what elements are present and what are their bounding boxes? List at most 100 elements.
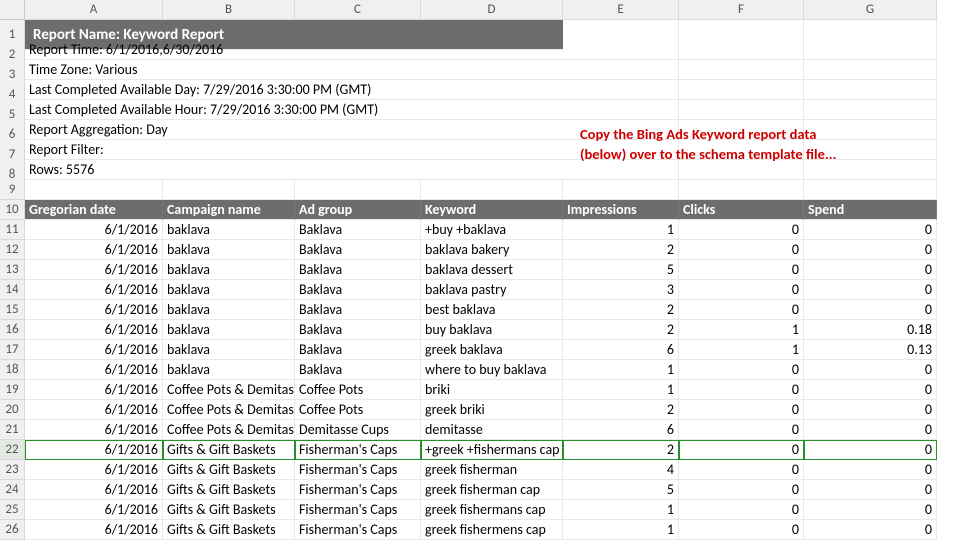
empty-cell[interactable] [163, 180, 295, 200]
data-cell[interactable]: 2 [563, 240, 679, 260]
data-cell[interactable]: baklava [163, 240, 295, 260]
data-cell[interactable]: 1 [563, 520, 679, 540]
empty-cell[interactable] [25, 180, 163, 200]
data-cell[interactable]: Coffee Pots & Demitasse Cups [163, 420, 295, 440]
data-cell[interactable]: 0 [679, 280, 804, 300]
data-cell[interactable]: 1 [679, 320, 804, 340]
data-cell[interactable]: 6/1/2016 [25, 280, 163, 300]
data-cell[interactable]: 0 [679, 400, 804, 420]
data-cell[interactable]: baklava [163, 340, 295, 360]
table-header[interactable]: Spend [804, 200, 937, 220]
data-cell[interactable]: 0 [679, 480, 804, 500]
data-cell[interactable]: greek fisherman cap [421, 480, 563, 500]
data-cell[interactable]: 1 [563, 360, 679, 380]
data-cell[interactable]: 0 [804, 300, 937, 320]
data-cell[interactable]: 6/1/2016 [25, 340, 163, 360]
col-header-B[interactable]: B [163, 0, 295, 20]
row-header[interactable]: 13 [0, 260, 25, 280]
row-header[interactable]: 17 [0, 340, 25, 360]
data-cell[interactable]: 5 [563, 480, 679, 500]
data-cell[interactable]: baklava [163, 260, 295, 280]
data-cell[interactable]: baklava [163, 280, 295, 300]
data-cell[interactable]: 0 [679, 420, 804, 440]
row-header[interactable]: 25 [0, 500, 25, 520]
data-cell[interactable]: 0 [679, 260, 804, 280]
table-header[interactable]: Ad group [295, 200, 421, 220]
data-cell[interactable]: Baklava [295, 320, 421, 340]
data-cell[interactable]: Gifts & Gift Baskets [163, 520, 295, 540]
table-header[interactable]: Clicks [679, 200, 804, 220]
row-header[interactable]: 15 [0, 300, 25, 320]
row-header[interactable]: 14 [0, 280, 25, 300]
data-cell[interactable]: 6/1/2016 [25, 500, 163, 520]
data-cell[interactable]: 0 [679, 500, 804, 520]
select-all-corner[interactable] [0, 0, 25, 20]
data-cell[interactable]: buy baklava [421, 320, 563, 340]
data-cell[interactable]: 3 [563, 280, 679, 300]
data-cell[interactable]: 6/1/2016 [25, 260, 163, 280]
data-cell[interactable]: baklava [163, 220, 295, 240]
data-cell[interactable]: greek fishermans cap [421, 500, 563, 520]
data-cell[interactable]: 0.18 [804, 320, 937, 340]
data-cell[interactable]: Gifts & Gift Baskets [163, 500, 295, 520]
data-cell[interactable]: 6 [563, 340, 679, 360]
data-cell[interactable]: 2 [563, 300, 679, 320]
data-cell[interactable]: baklava bakery [421, 240, 563, 260]
data-cell[interactable]: 1 [563, 380, 679, 400]
data-cell[interactable]: greek baklava [421, 340, 563, 360]
row-header[interactable]: 16 [0, 320, 25, 340]
data-cell[interactable]: Coffee Pots & Demitasse Cups [163, 380, 295, 400]
data-cell[interactable]: 0 [804, 500, 937, 520]
data-cell[interactable]: 0 [804, 460, 937, 480]
data-cell[interactable]: 0 [679, 220, 804, 240]
table-header[interactable]: Gregorian date [25, 200, 163, 220]
data-cell[interactable]: Baklava [295, 300, 421, 320]
col-header-E[interactable]: E [563, 0, 679, 20]
data-cell[interactable]: 6/1/2016 [25, 240, 163, 260]
data-cell[interactable]: Coffee Pots [295, 380, 421, 400]
data-cell[interactable]: best baklava [421, 300, 563, 320]
data-cell[interactable]: 6 [563, 420, 679, 440]
data-cell[interactable]: greek fisherman [421, 460, 563, 480]
data-cell[interactable]: 6/1/2016 [25, 400, 163, 420]
col-header-G[interactable]: G [804, 0, 937, 20]
data-cell[interactable]: greek fishermens cap [421, 520, 563, 540]
data-cell[interactable]: 6/1/2016 [25, 440, 163, 460]
data-cell[interactable]: 0 [804, 440, 937, 460]
data-cell[interactable]: baklava [163, 320, 295, 340]
data-cell[interactable]: Coffee Pots & Demitasse Cups [163, 400, 295, 420]
data-cell[interactable]: 0 [804, 260, 937, 280]
data-cell[interactable]: 0 [804, 520, 937, 540]
empty-cell[interactable] [679, 180, 804, 200]
data-cell[interactable]: 0 [804, 380, 937, 400]
row-header[interactable]: 11 [0, 220, 25, 240]
col-header-F[interactable]: F [679, 0, 804, 20]
data-cell[interactable]: 0 [804, 240, 937, 260]
data-cell[interactable]: 1 [563, 220, 679, 240]
data-cell[interactable]: 0.13 [804, 340, 937, 360]
data-cell[interactable]: +buy +baklava [421, 220, 563, 240]
col-header-D[interactable]: D [421, 0, 563, 20]
data-cell[interactable]: Demitasse Cups [295, 420, 421, 440]
data-cell[interactable]: 2 [563, 320, 679, 340]
empty-cell[interactable] [804, 180, 937, 200]
data-cell[interactable]: Fisherman's Caps [295, 520, 421, 540]
table-header[interactable]: Impressions [563, 200, 679, 220]
data-cell[interactable]: Coffee Pots [295, 400, 421, 420]
row-header[interactable]: 19 [0, 380, 25, 400]
data-cell[interactable]: 0 [679, 360, 804, 380]
data-cell[interactable]: Baklava [295, 360, 421, 380]
data-cell[interactable]: baklava dessert [421, 260, 563, 280]
data-cell[interactable]: 2 [563, 400, 679, 420]
row-header[interactable]: 18 [0, 360, 25, 380]
empty-cell[interactable] [563, 180, 679, 200]
data-cell[interactable]: Baklava [295, 340, 421, 360]
data-cell[interactable]: 0 [804, 360, 937, 380]
data-cell[interactable]: 0 [804, 480, 937, 500]
data-cell[interactable]: 0 [804, 280, 937, 300]
data-cell[interactable]: Fisherman's Caps [295, 440, 421, 460]
data-cell[interactable]: Gifts & Gift Baskets [163, 460, 295, 480]
data-cell[interactable]: 0 [679, 380, 804, 400]
empty-cell[interactable] [295, 180, 421, 200]
table-header[interactable]: Keyword [421, 200, 563, 220]
